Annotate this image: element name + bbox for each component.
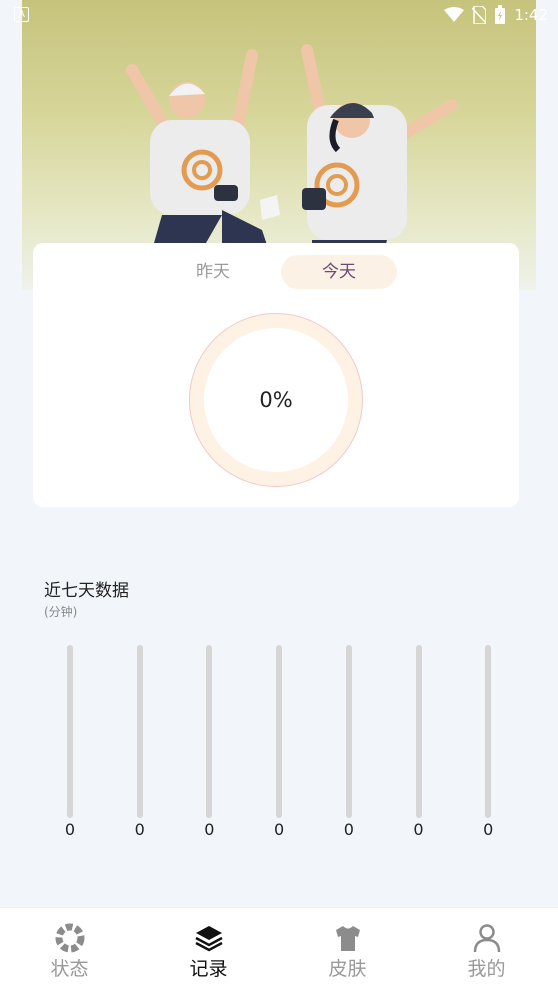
- wifi-icon: [444, 7, 465, 22]
- nav-item-skin[interactable]: 皮肤: [278, 908, 417, 993]
- battery-icon: [495, 5, 506, 24]
- nav-label-mine: 我的: [467, 958, 506, 980]
- no-sim-icon: [472, 6, 487, 24]
- bar-value-label: 0: [413, 820, 424, 839]
- tab-yesterday[interactable]: 昨天: [181, 255, 245, 289]
- bar-track: [206, 645, 213, 818]
- bottom-nav: 状态 记录 皮肤 我的: [0, 907, 558, 993]
- chart-title: 近七天数据: [44, 581, 129, 601]
- bar-track: [345, 645, 352, 818]
- nav-label-skin: 皮肤: [328, 958, 367, 980]
- bar-track: [415, 645, 422, 818]
- bar-value-label: 0: [483, 820, 494, 839]
- tab-today[interactable]: 今天: [281, 255, 397, 289]
- tshirt-icon: [336, 926, 360, 951]
- nav-item-status[interactable]: 状态: [0, 908, 139, 993]
- clock: 1:42: [514, 6, 548, 24]
- bar-track: [276, 645, 283, 818]
- bar-value-label: 0: [64, 820, 76, 839]
- bar-track: [67, 645, 73, 818]
- bar-track: [485, 645, 492, 818]
- bar-track: [136, 645, 143, 818]
- nav-label-status: 状态: [50, 958, 89, 980]
- nav-item-mine[interactable]: 我的: [417, 908, 556, 993]
- nav-item-record[interactable]: 记录: [139, 908, 278, 993]
- bar-value-label: 0: [274, 820, 285, 839]
- layers-icon: [195, 926, 223, 952]
- daily-progress-card: 昨天 今天 0%: [33, 243, 519, 507]
- seven-day-bar-chart: 0 0 0 0 0 0 0: [40, 640, 520, 850]
- person-icon: [473, 924, 501, 953]
- status-ring-icon: [55, 923, 85, 953]
- status-icons: 1:42: [444, 5, 548, 25]
- chart-unit: (分钟): [44, 605, 78, 619]
- progress-percent: 0%: [259, 388, 293, 412]
- notification-badge: A: [14, 7, 29, 22]
- bar-value-label: 0: [134, 820, 145, 839]
- bar-value-label: 0: [204, 820, 215, 839]
- status-bar: A 1:42: [0, 0, 558, 30]
- nav-label-record: 记录: [189, 958, 228, 980]
- bar-value-label: 0: [343, 820, 354, 839]
